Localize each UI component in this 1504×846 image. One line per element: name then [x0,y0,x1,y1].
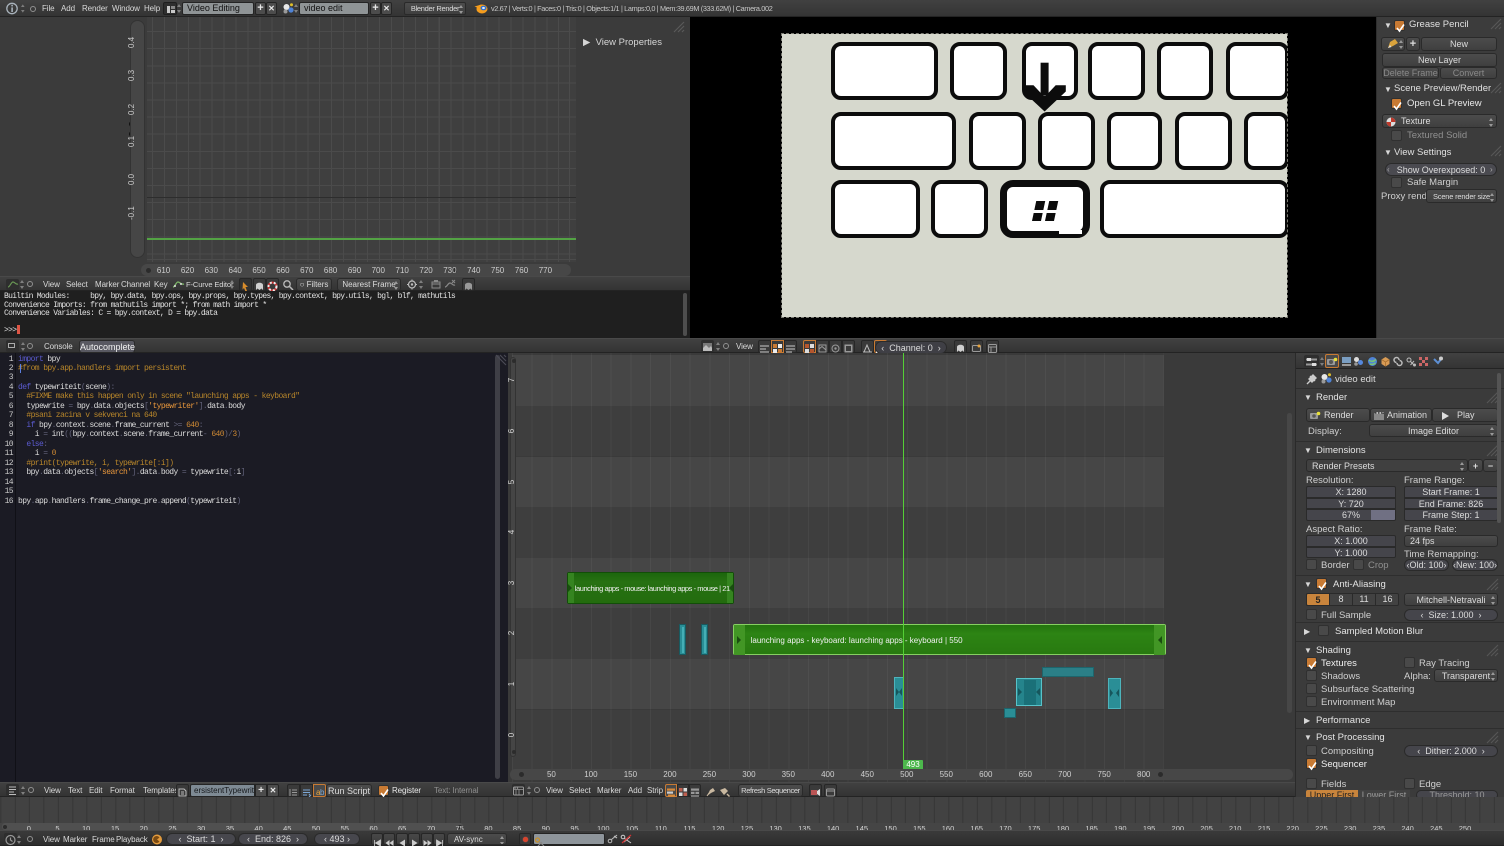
svg-text:b: b [320,788,325,797]
